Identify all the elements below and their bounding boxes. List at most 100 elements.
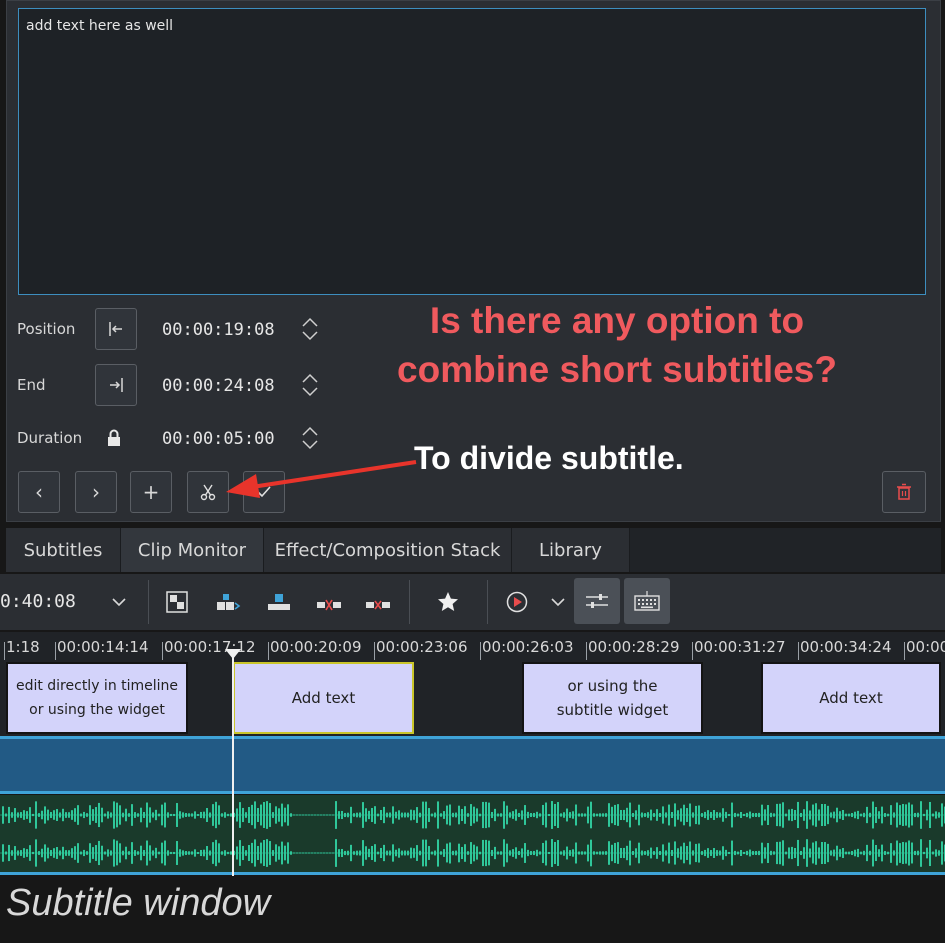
waveform-sample [734,850,736,856]
waveform-sample [773,851,775,855]
chevron-down-icon[interactable] [549,595,567,609]
composite-toggle-button[interactable] [162,587,192,617]
mixer-toggle-button[interactable] [574,578,620,624]
waveform-sample [548,851,550,855]
keyboard-toggle-button[interactable] [624,578,670,624]
insert-button[interactable] [213,587,243,617]
waveform-sample [572,849,574,857]
waveform-sample [458,805,460,825]
waveform-sample [776,841,778,865]
timeline-timecode[interactable]: 0:40:08 [0,591,76,612]
waveform-sample [785,813,787,817]
waveform-sample [344,812,346,818]
waveform-sample [5,851,7,855]
waveform-sample [176,803,178,827]
waveform-sample [371,845,373,861]
end-timecode[interactable]: 00:00:24:08 [162,376,275,396]
waveform-sample [38,851,40,855]
waveform-sample [884,813,886,817]
set-end-button[interactable] [95,364,137,406]
waveform-sample [221,813,223,817]
waveform-sample [878,849,880,857]
end-spin-icon[interactable] [301,371,319,399]
waveform-sample [305,814,307,816]
waveform-sample [449,842,451,864]
waveform-sample [260,804,262,826]
subtitle-clip[interactable]: edit directly in timeline or using the w… [6,662,188,734]
waveform-sample [707,810,709,820]
playhead[interactable] [232,650,234,876]
tab-library[interactable]: Library [512,528,630,572]
waveform-sample [716,850,718,856]
waveform-sample [224,812,226,818]
waveform-sample [482,801,484,829]
waveform-sample [938,812,940,818]
tab-effect-composition-stack[interactable]: Effect/Composition Stack [264,528,512,572]
waveform-sample [455,850,457,856]
playback-mode-button[interactable] [502,587,532,617]
position-spin-icon[interactable] [301,315,319,343]
scissors-icon [200,484,216,501]
waveform-sample [341,848,343,858]
lock-icon[interactable] [105,428,123,448]
waveform-sample [473,806,475,824]
previous-subtitle-button[interactable]: ‹ [18,471,60,513]
waveform-sample [503,839,505,867]
waveform-sample [410,809,412,821]
timeline-ruler[interactable]: 1:18 00:00:14:14 00:00:17:12 00:00:20:09… [0,632,945,660]
keyboard-icon [634,591,660,611]
waveform-sample [338,811,340,819]
waveform-sample [509,850,511,856]
waveform-sample [470,804,472,826]
waveform-sample [599,851,601,855]
chevron-down-icon[interactable] [110,595,128,609]
waveform-sample [383,806,385,824]
subtitle-clip[interactable]: Add text [761,662,941,734]
waveform-sample [698,843,700,863]
chevron-left-icon: ‹ [35,480,43,504]
video-track[interactable] [0,736,945,794]
waveform-sample [716,812,718,818]
waveform-sample [887,813,889,817]
favorite-button[interactable] [433,587,463,617]
set-position-button[interactable] [95,308,137,350]
tab-clip-monitor[interactable]: Clip Monitor [121,528,264,572]
waveform-sample [119,843,121,863]
insert-icon [217,594,241,610]
waveform-sample [401,850,403,856]
next-subtitle-button[interactable]: › [75,471,117,513]
overwrite-button[interactable] [264,587,294,617]
waveform-sample [527,849,529,857]
waveform-sample [626,845,628,861]
delete-subtitle-button[interactable] [882,471,926,513]
waveform-sample [818,809,820,821]
waveform-sample [605,851,607,855]
tab-subtitles[interactable]: Subtitles [6,528,121,572]
waveform-sample [899,805,901,825]
waveform-sample [701,813,703,817]
lift-button[interactable] [314,587,344,617]
waveform-sample [314,852,316,854]
waveform-sample [671,811,673,819]
position-timecode[interactable]: 00:00:19:08 [162,320,275,340]
waveform-sample [14,846,16,860]
waveform-sample [26,811,28,819]
subtitle-text-editor[interactable]: add text here as well [18,8,926,295]
add-subtitle-button[interactable]: + [130,471,172,513]
audio-track[interactable] [0,795,945,875]
subtitle-clip[interactable]: or using the subtitle widget [522,662,703,734]
waveform-sample [866,806,868,824]
extract-button[interactable] [363,587,393,617]
subtitle-clip[interactable]: Add text [233,662,414,734]
waveform-sample [173,813,175,817]
waveform-sample [248,807,250,823]
waveform-sample [431,813,433,817]
annotation-arrow-icon [226,460,417,498]
duration-spin-icon[interactable] [301,424,319,452]
waveform-sample [206,808,208,822]
waveform-sample [284,807,286,823]
waveform-sample [827,805,829,825]
waveform-sample [281,803,283,827]
waveform-sample [68,850,70,856]
duration-timecode[interactable]: 00:00:05:00 [162,429,275,449]
